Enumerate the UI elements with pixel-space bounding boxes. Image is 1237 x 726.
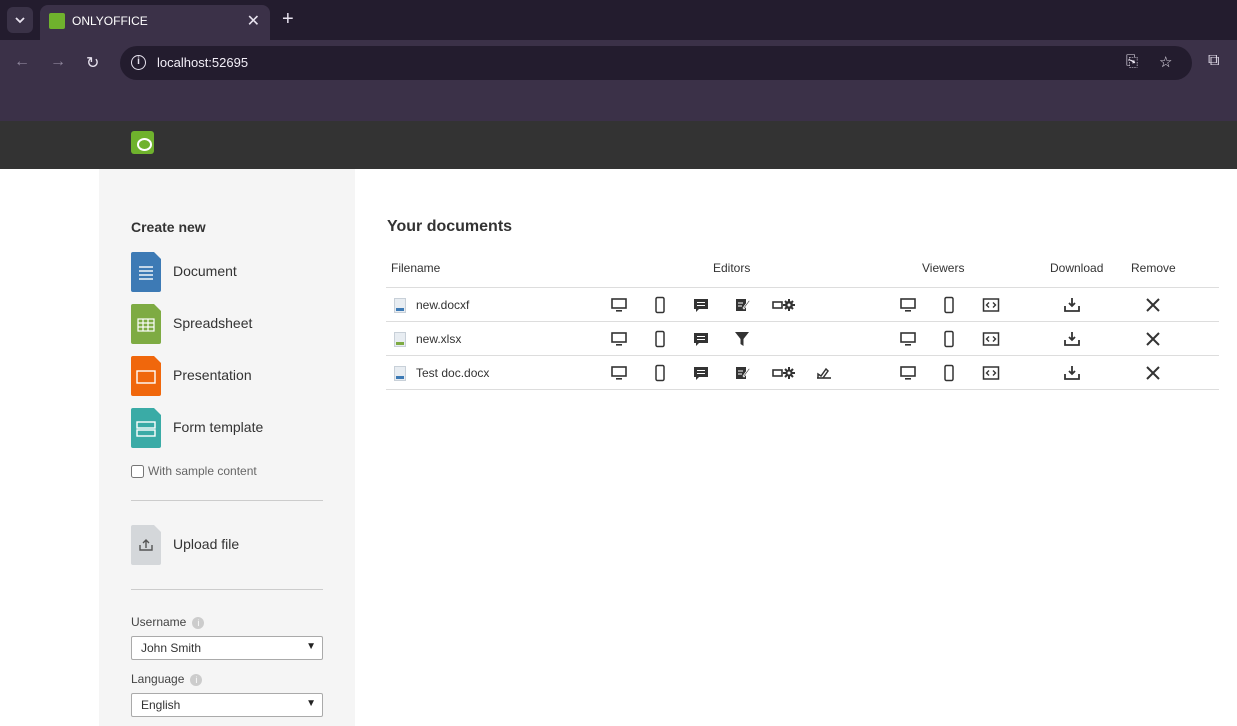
tab-search-button[interactable]: [7, 7, 33, 33]
mobile-icon[interactable]: [650, 330, 670, 348]
url-text[interactable]: localhost:52695: [157, 55, 248, 70]
sample-content-label: With sample content: [148, 464, 257, 478]
language-value: English: [141, 698, 181, 712]
language-select[interactable]: English ▼: [131, 693, 323, 717]
username-select[interactable]: John Smith ▼: [131, 636, 323, 660]
docx-file-icon: [394, 298, 406, 313]
app-header: [0, 121, 1237, 169]
onlyoffice-favicon-icon: [49, 13, 65, 29]
address-bar[interactable]: i localhost:52695 ⎘ ☆: [120, 46, 1192, 80]
forward-arrow-icon[interactable]: →: [50, 53, 66, 71]
file-name-link[interactable]: new.xlsx: [416, 332, 461, 346]
embedded-icon[interactable]: [981, 364, 1001, 382]
divider: [131, 589, 323, 590]
extensions-icon[interactable]: ⧉: [1208, 52, 1219, 70]
username-info-icon[interactable]: i: [192, 616, 205, 629]
sample-content-option[interactable]: With sample content: [131, 464, 257, 478]
upload-file-label: Upload file: [173, 536, 240, 552]
desktop-icon[interactable]: [609, 364, 629, 382]
embedded-icon[interactable]: [981, 296, 1001, 314]
close-tab-icon[interactable]: ✕: [247, 11, 260, 31]
comment-icon[interactable]: [691, 296, 711, 314]
create-new-title: Create new: [131, 219, 206, 235]
document-icon: [131, 252, 161, 292]
onlyoffice-logo-icon[interactable]: [131, 131, 154, 154]
language-label: Language i: [131, 672, 203, 686]
create-form-template-label: Form template: [173, 419, 264, 435]
table-row: new.xlsx: [386, 322, 1219, 356]
review-icon[interactable]: [732, 296, 752, 314]
review-icon[interactable]: [732, 364, 752, 382]
mobile-view-icon[interactable]: [939, 364, 959, 382]
remove-icon[interactable]: [1143, 330, 1163, 348]
table-row: new.docxf: [386, 288, 1219, 322]
create-form-template-button[interactable]: Form template: [131, 408, 331, 448]
username-value: John Smith: [141, 641, 202, 655]
xlsx-file-icon: [394, 332, 406, 347]
column-header-filename: Filename: [391, 261, 441, 275]
new-tab-icon[interactable]: +: [282, 8, 294, 30]
embedded-icon[interactable]: [981, 330, 1001, 348]
column-header-remove: Remove: [1131, 261, 1176, 275]
tab-title: ONLYOFFICE: [72, 14, 148, 28]
browser-toolbar: ← → ↻ i localhost:52695 ⎘ ☆ ⧉: [0, 40, 1237, 121]
fill-forms-icon[interactable]: [772, 364, 798, 382]
upload-icon: [131, 525, 161, 565]
create-presentation-button[interactable]: Presentation: [131, 356, 331, 396]
mobile-icon[interactable]: [650, 296, 670, 314]
presentation-icon: [131, 356, 161, 396]
language-info-icon[interactable]: i: [190, 673, 203, 686]
download-icon[interactable]: [1062, 296, 1082, 314]
create-document-button[interactable]: Document: [131, 252, 331, 292]
mobile-icon[interactable]: [650, 364, 670, 382]
page-title: Your documents: [387, 218, 513, 235]
comment-icon[interactable]: [691, 364, 711, 382]
remove-icon[interactable]: [1143, 296, 1163, 314]
bookmark-star-icon[interactable]: ☆: [1159, 53, 1172, 71]
chevron-down-icon: ▼: [306, 698, 316, 709]
desktop-view-icon[interactable]: [898, 364, 918, 382]
desktop-view-icon[interactable]: [898, 330, 918, 348]
mobile-view-icon[interactable]: [939, 330, 959, 348]
column-header-viewers: Viewers: [922, 261, 965, 275]
column-header-editors: Editors: [713, 261, 751, 275]
back-arrow-icon[interactable]: ←: [14, 53, 30, 71]
row-divider: [386, 389, 1219, 390]
browser-tab[interactable]: ONLYOFFICE ✕: [40, 5, 270, 40]
remove-icon[interactable]: [1143, 364, 1163, 382]
divider: [131, 500, 323, 501]
browser-tab-bar: ONLYOFFICE ✕ +: [0, 0, 1237, 40]
create-spreadsheet-label: Spreadsheet: [173, 315, 253, 331]
chevron-down-icon: ▼: [306, 641, 316, 652]
file-name-link[interactable]: new.docxf: [416, 298, 469, 312]
desktop-view-icon[interactable]: [898, 296, 918, 314]
column-header-download: Download: [1050, 261, 1104, 275]
table-row: Test doc.docx: [386, 356, 1219, 390]
reload-icon[interactable]: ↻: [86, 53, 99, 73]
spreadsheet-icon: [131, 304, 161, 344]
username-label: Username i: [131, 615, 205, 629]
filter-icon[interactable]: [732, 330, 752, 348]
signature-icon[interactable]: [814, 364, 834, 382]
comment-icon[interactable]: [691, 330, 711, 348]
download-icon[interactable]: [1062, 330, 1082, 348]
create-spreadsheet-button[interactable]: Spreadsheet: [131, 304, 331, 344]
docx-file-icon: [394, 366, 406, 381]
fill-forms-icon[interactable]: [772, 296, 798, 314]
file-name-link[interactable]: Test doc.docx: [416, 366, 489, 380]
desktop-icon[interactable]: [609, 330, 629, 348]
upload-file-button[interactable]: Upload file: [131, 525, 331, 565]
sample-content-checkbox[interactable]: [131, 464, 144, 478]
desktop-icon[interactable]: [609, 296, 629, 314]
chevron-down-icon: [15, 17, 25, 24]
create-presentation-label: Presentation: [173, 367, 252, 383]
mobile-view-icon[interactable]: [939, 296, 959, 314]
translate-icon[interactable]: ⎘: [1126, 53, 1138, 70]
sidebar: Create new Document Spreadsheet Presenta…: [99, 169, 355, 726]
site-info-icon[interactable]: i: [131, 55, 146, 70]
create-document-label: Document: [173, 263, 237, 279]
download-icon[interactable]: [1062, 364, 1082, 382]
form-template-icon: [131, 408, 161, 448]
